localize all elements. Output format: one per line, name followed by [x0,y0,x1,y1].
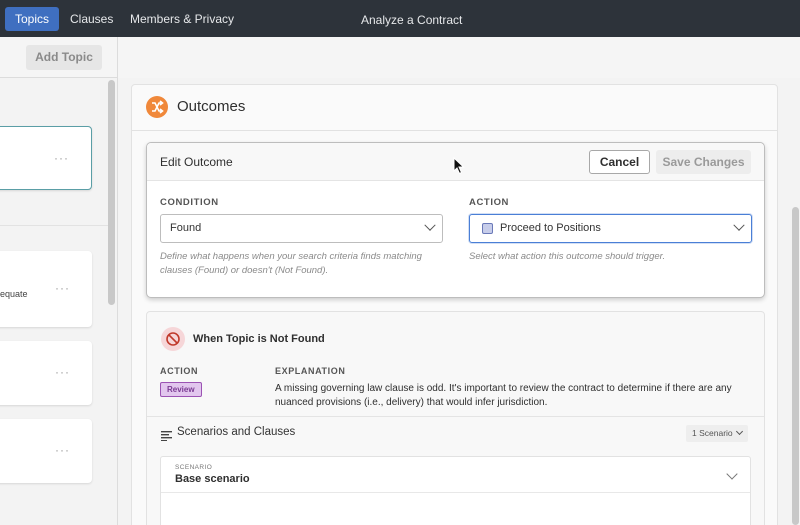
action-helper: Select what action this outcome should t… [469,251,666,262]
action-label: ACTION [469,197,510,208]
topic-menu-icon[interactable]: ··· [55,365,70,379]
divider [0,225,108,226]
review-badge: Review [160,382,202,397]
action-color-swatch [482,223,493,234]
tab-clauses[interactable]: Clauses [60,7,123,31]
divider [147,416,764,417]
top-nav: Topics Clauses Members & Privacy Analyze… [0,0,800,37]
sidebar-header: Add Topic [0,37,117,78]
lines-icon [161,428,172,441]
outcomes-title: Outcomes [177,98,246,115]
scenario-panel[interactable]: SCENARIO Base scenario [160,456,751,525]
divider [132,130,777,131]
condition-helper: Define what happens when your search cri… [160,251,422,276]
condition-select[interactable]: Found [160,214,443,243]
action-value: Proceed to Positions [500,222,601,234]
chevron-down-icon [735,427,743,436]
not-found-title: When Topic is Not Found [193,333,325,345]
condition-value: Found [170,222,202,234]
topic-card[interactable]: ··· [0,419,92,483]
topic-card[interactable]: equate ··· [0,251,92,327]
main-header [118,37,800,78]
scenario-count-dropdown[interactable]: 1 Scenario [686,425,748,442]
divider [161,492,750,493]
topic-card[interactable]: ··· [0,126,92,190]
chevron-down-icon[interactable] [726,468,738,480]
scenarios-title: Scenarios and Clauses [177,426,296,438]
topics-sidebar: Add Topic ··· equate ··· ··· ··· [0,37,118,525]
main-content: Outcomes Edit Outcome Cancel Save Change… [118,37,800,525]
topic-card[interactable]: ··· [0,341,92,405]
explanation-text: A missing governing law clause is odd. I… [275,383,732,408]
explanation-label: EXPLANATION [275,366,346,376]
tab-members-privacy[interactable]: Members & Privacy [120,7,244,31]
prohibited-icon [161,327,185,351]
condition-label: CONDITION [160,197,219,208]
save-changes-button[interactable]: Save Changes [656,150,751,174]
shuffle-icon [146,96,168,118]
topic-snippet: equate [0,289,28,299]
app-title: Analyze a Contract [361,13,463,27]
cancel-button[interactable]: Cancel [589,150,650,174]
tab-topics[interactable]: Topics [5,7,60,31]
main-scrollbar[interactable] [792,207,799,525]
chevron-down-icon [733,219,745,231]
mouse-cursor-icon [453,156,465,175]
edit-outcome-title: Edit Outcome [160,155,233,169]
action-select[interactable]: Proceed to Positions [469,214,752,243]
outcomes-panel: Outcomes Edit Outcome Cancel Save Change… [131,84,778,525]
sidebar-scrollbar[interactable] [108,80,115,305]
topic-menu-icon[interactable]: ··· [55,443,70,457]
scenario-small-label: SCENARIO [175,464,213,471]
scenario-name: Base scenario [175,473,250,485]
topic-menu-icon[interactable]: ··· [55,281,70,295]
action-label: ACTION [160,366,199,376]
not-found-outcome-card: When Topic is Not Found ACTION Review EX… [146,311,765,525]
chevron-down-icon [424,219,436,231]
topic-menu-icon[interactable]: ··· [54,151,69,165]
scenario-count: 1 Scenario [692,428,733,438]
add-topic-button[interactable]: Add Topic [26,45,102,70]
